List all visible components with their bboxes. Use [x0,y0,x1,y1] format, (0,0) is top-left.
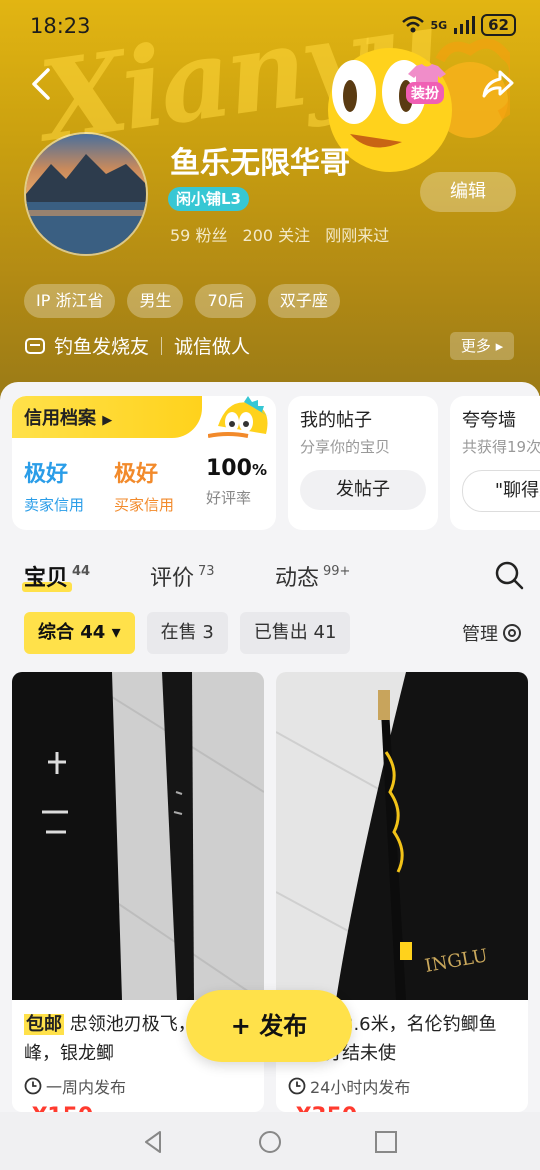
publish-time-text: 一周内发布 [46,1078,127,1097]
filter-bar: 综合 44 ▾ 在售 3 已售出 41 [24,612,351,654]
last-seen: 刚刚来过 [325,226,390,245]
manage-label: 管理 [462,624,498,645]
credit-mascot-icon [208,396,268,438]
fans-count[interactable]: 59 粉丝 [170,226,227,245]
buyer-credit-value: 极好 [114,462,159,487]
product-price: ¥150 [32,1104,93,1112]
product-publish-time: 一周内发布 [24,1074,126,1098]
nav-home-icon[interactable] [256,1128,284,1156]
tag-gender: 男生 [127,284,184,318]
buyer-credit-label: 买家信用 [114,496,175,514]
tab-activity[interactable]: 动态 99+ [275,560,350,592]
praise-title: 夸夸墙 [462,410,516,431]
profile-bio: 钓鱼发烧友 诚信做人 [24,332,250,359]
status-time: 18:23 [30,14,91,38]
tab-activity-label: 动态 [275,566,320,591]
tab-items-label: 宝贝 [24,566,69,591]
battery-indicator: 62 [481,14,516,36]
posts-subtitle: 分享你的宝贝 [300,438,391,456]
profile-tags: IP 浙江省 男生 70后 双子座 [24,284,340,318]
tab-activity-count: 99+ [323,564,351,579]
bio-divider [161,336,163,355]
info-cards: 信用档案 ▶ 极好 卖家信用 极好 买家信用 100% 好评率 我的帖子 分享你… [0,382,540,542]
tab-items-count: 44 [72,564,91,579]
system-navigation-bar [0,1112,540,1170]
credit-card[interactable]: 信用档案 ▶ 极好 卖家信用 极好 买家信用 100% 好评率 [12,396,276,530]
tab-items[interactable]: 宝贝 44 [22,560,91,592]
caret-right-icon: ▶ [102,413,113,428]
content-tabs: 宝贝 44 评价 73 动态 99+ [0,552,540,602]
publish-button[interactable]: + 发布 [186,990,352,1062]
clock-icon [288,1077,306,1095]
manage-button[interactable]: 管理 [462,620,522,646]
edit-profile-button[interactable]: 编辑 [420,172,516,212]
filter-sold[interactable]: 已售出 41 [239,612,351,654]
posts-title: 我的帖子 [300,410,372,431]
avatar-landscape-image [26,134,146,254]
bio-icon [25,337,45,354]
praise-wall-card[interactable]: 夸夸墙 共获得19次 "聊得来 [450,396,540,530]
tab-reviews-count: 73 [198,564,215,579]
gear-icon [503,624,521,642]
rating-number: 100 [206,456,252,481]
bio-text-1: 钓鱼发烧友 [54,336,150,358]
more-button[interactable]: 更多 ▸ [450,332,514,360]
wifi-icon [402,16,425,33]
filter-all[interactable]: 综合 44 ▾ [24,612,135,654]
free-shipping-tag: 包邮 [24,1014,64,1035]
product-image[interactable] [12,672,264,1000]
network-type: 5G [430,18,448,32]
tag-location: IP 浙江省 [24,284,116,318]
tab-reviews[interactable]: 评价 73 [150,560,215,592]
praise-tag-button[interactable]: "聊得来 [462,470,540,512]
filter-on-sale[interactable]: 在售 3 [146,612,228,654]
nav-recents-icon[interactable] [372,1128,400,1156]
bio-text-2: 诚信做人 [174,336,251,358]
product-publish-time: 24小时内发布 [288,1074,410,1098]
my-posts-card[interactable]: 我的帖子 分享你的宝贝 发帖子 [288,396,438,530]
seller-credit-label: 卖家信用 [24,496,85,514]
profile-header: Xianyu 18:23 5G 62 装扮 鱼乐无限华哥 闲小铺L3 59 粉丝… [0,0,540,400]
seller-credit-value: 极好 [24,462,69,487]
tag-age: 70后 [195,284,256,318]
publish-time-text: 24小时内发布 [310,1078,411,1097]
dress-up-button[interactable]: 装扮 [404,62,450,106]
product-price: ¥350 [296,1104,357,1112]
shop-level-badge[interactable]: 闲小铺L3 [168,187,249,211]
product-image[interactable]: INGLU [276,672,528,1000]
positive-rating-value: 100% [206,456,267,481]
tag-zodiac: 双子座 [267,284,340,318]
back-arrow-icon[interactable] [26,66,56,102]
create-post-button[interactable]: 发帖子 [300,470,426,510]
clock-icon [24,1077,42,1095]
tab-reviews-label: 评价 [150,566,195,591]
positive-rating: 100% 好评率 [206,456,267,508]
rating-unit: % [251,461,267,479]
following-count[interactable]: 200 关注 [243,226,311,245]
share-icon[interactable] [480,66,516,102]
status-bar: 18:23 5G 62 [0,0,540,54]
positive-rating-label: 好评率 [206,489,252,507]
seller-credit: 极好 卖家信用 [24,456,84,515]
credit-title-text: 信用档案 [24,408,96,429]
profile-stats: 59 粉丝 200 关注 刚刚来过 [170,222,399,246]
signal-icon [454,16,476,34]
more-arrow-icon: ▸ [495,337,504,355]
nav-back-icon[interactable] [140,1128,168,1156]
avatar[interactable] [24,132,148,256]
praise-subtitle: 共获得19次 [462,438,540,456]
buyer-credit: 极好 买家信用 [114,456,174,515]
status-icons: 5G 62 [402,14,516,36]
username: 鱼乐无限华哥 [170,146,350,181]
credit-card-header: 信用档案 ▶ [12,396,202,438]
search-icon[interactable] [494,560,524,590]
more-label: 更多 [460,337,491,355]
credit-title: 信用档案 ▶ [24,404,112,430]
dress-up-label: 装扮 [406,82,444,104]
